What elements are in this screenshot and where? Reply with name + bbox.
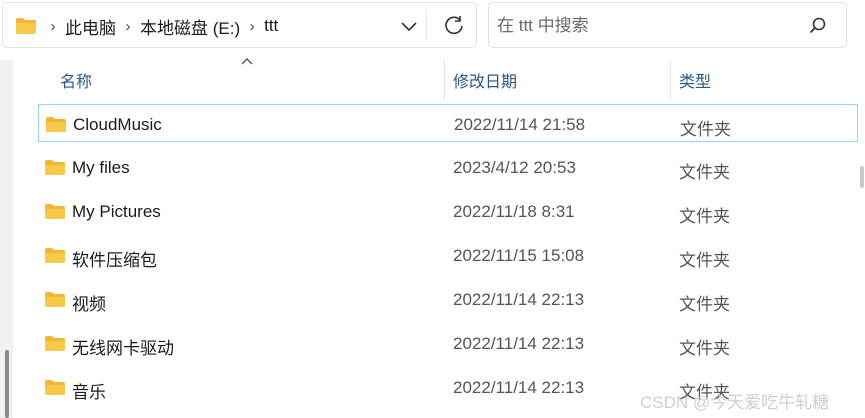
folder-icon [46, 117, 66, 132]
file-date-modified: 2022/11/18 8:31 [453, 202, 575, 221]
navigation-bar: › 此电脑 › 本地磁盘 (E:) › ttt [0, 0, 865, 52]
file-name: 视频 [72, 295, 106, 314]
file-name: 软件压缩包 [72, 251, 157, 270]
folder-icon [45, 204, 65, 219]
file-date-modified: 2022/11/15 15:08 [453, 246, 585, 265]
file-type: 文件夹 [679, 163, 730, 182]
file-date-modified: 2023/4/12 20:53 [453, 158, 576, 177]
chevron-right-icon[interactable]: › [118, 18, 138, 35]
breadcrumb-this-pc[interactable]: 此电脑 [63, 14, 118, 39]
file-date-modified: 2022/11/14 21:58 [454, 115, 586, 134]
file-row[interactable]: 视频 2022/11/14 22:13 文件夹 [38, 280, 858, 318]
file-list: CloudMusic 2022/11/14 21:58 文件夹 My files 202… [38, 104, 865, 418]
address-bar[interactable]: › 此电脑 › 本地磁盘 (E:) › ttt [2, 2, 477, 48]
column-type[interactable]: 类型 [679, 68, 711, 92]
file-name: My Pictures [72, 202, 161, 221]
file-row[interactable]: CloudMusic 2022/11/14 21:58 文件夹 [38, 104, 858, 142]
file-row[interactable]: 软件压缩包 2022/11/15 15:08 文件夹 [38, 236, 858, 274]
breadcrumb-ttt[interactable]: ttt [262, 16, 280, 36]
file-name: 无线网卡驱动 [72, 339, 174, 358]
file-explorer-window: › 此电脑 › 本地磁盘 (E:) › ttt 在 ttt 中搜索 名称 修改日… [0, 0, 865, 418]
scrollbar-thumb[interactable] [860, 166, 864, 188]
breadcrumb-local-disk[interactable]: 本地磁盘 (E:) [138, 14, 242, 39]
chevron-right-icon[interactable]: › [242, 18, 262, 35]
search-icon[interactable] [809, 17, 827, 35]
divider [426, 11, 427, 41]
scrollbar-thumb[interactable] [5, 350, 9, 418]
column-date-modified[interactable]: 修改日期 [453, 68, 517, 92]
file-date-modified: 2022/11/14 22:13 [453, 378, 585, 397]
folder-icon [16, 18, 36, 34]
file-type: 文件夹 [679, 339, 730, 358]
search-input[interactable] [497, 11, 797, 41]
file-row[interactable]: My files 2023/4/12 20:53 文件夹 [38, 148, 858, 186]
folder-icon [45, 380, 65, 395]
breadcrumb: › 此电脑 › 本地磁盘 (E:) › ttt [43, 3, 280, 49]
file-row[interactable]: My Pictures 2022/11/18 8:31 文件夹 [38, 192, 858, 230]
file-date-modified: 2022/11/14 22:13 [453, 334, 585, 353]
search-box[interactable] [488, 2, 847, 48]
file-type: 文件夹 [679, 295, 730, 314]
folder-icon [45, 336, 65, 351]
chevron-right-icon[interactable]: › [43, 18, 63, 35]
file-name: 音乐 [72, 383, 106, 402]
file-row[interactable]: 无线网卡驱动 2022/11/14 22:13 文件夹 [38, 324, 858, 362]
column-name[interactable]: 名称 [60, 68, 92, 92]
scrollbar[interactable] [858, 104, 865, 192]
column-divider[interactable] [444, 60, 445, 100]
file-name: My files [72, 158, 130, 177]
column-header: 名称 修改日期 类型 [13, 56, 865, 104]
folder-icon [45, 248, 65, 263]
file-date-modified: 2022/11/14 22:13 [453, 290, 585, 309]
refresh-icon[interactable] [443, 15, 465, 37]
file-type: 文件夹 [679, 251, 730, 270]
folder-icon [45, 292, 65, 307]
chevron-down-icon[interactable] [399, 17, 419, 35]
folder-icon [45, 160, 65, 175]
watermark: CSDN @今天爱吃牛轧糖 [640, 393, 830, 412]
column-divider[interactable] [670, 60, 671, 100]
file-type: 文件夹 [680, 120, 731, 139]
file-name: CloudMusic [73, 115, 162, 134]
file-type: 文件夹 [679, 207, 730, 226]
